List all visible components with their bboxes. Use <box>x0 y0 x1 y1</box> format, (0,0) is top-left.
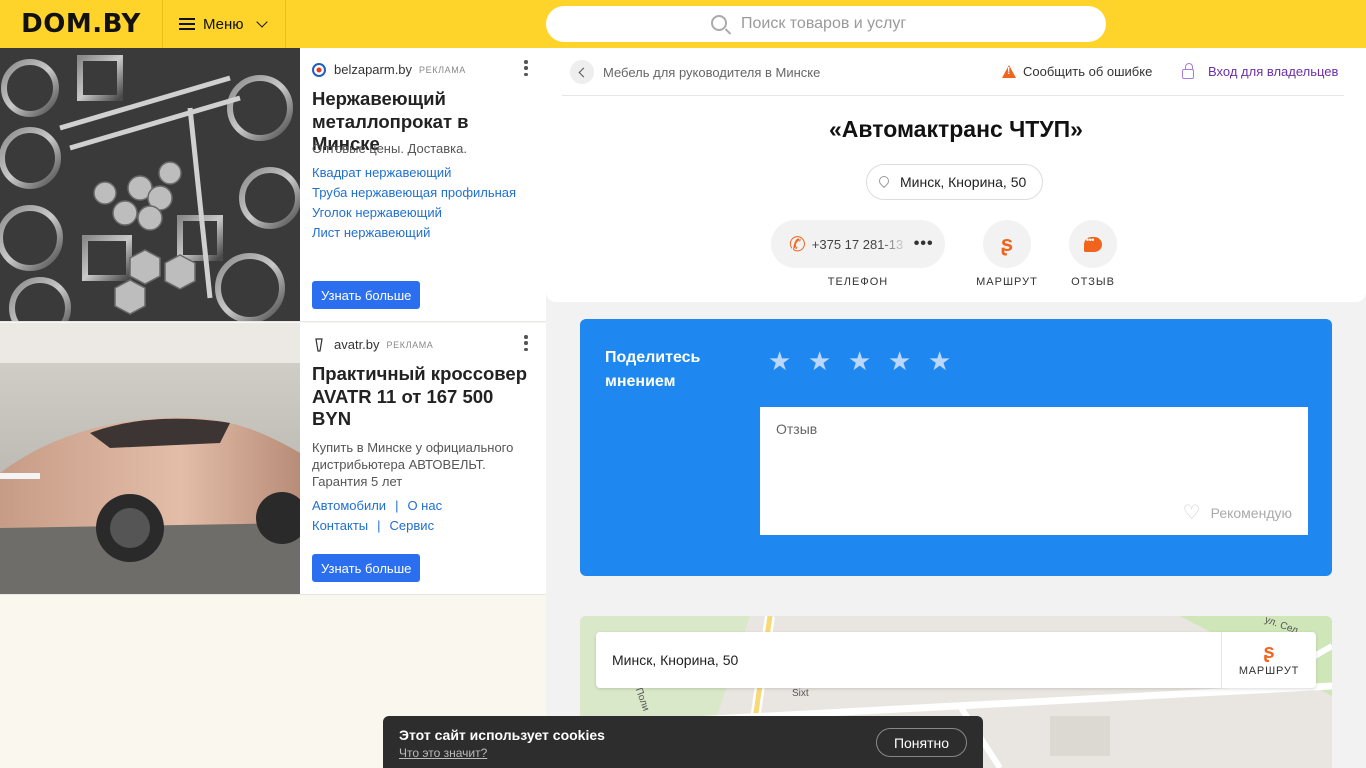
breadcrumb: Мебель для руководителя в Минске <box>570 60 820 84</box>
route-action-label: МАРШРУТ <box>976 276 1038 288</box>
star-icon[interactable]: ★ <box>888 348 912 374</box>
cookie-accept-button[interactable]: Понятно <box>876 728 967 757</box>
warning-icon <box>1002 65 1016 78</box>
map-label: Sixt <box>792 688 809 699</box>
ad-image-car[interactable] <box>0 323 300 594</box>
star-icon[interactable]: ★ <box>768 348 792 374</box>
ad-link[interactable]: Лист нержавеющий <box>312 225 430 240</box>
menu-label: Меню <box>203 15 244 33</box>
ad-link[interactable]: Уголок нержавеющий <box>312 205 442 220</box>
ad-card[interactable]: avatr.by реклама Практичный кроссовер AV… <box>0 323 546 595</box>
ad-description: Купить в Минске у официального дистрибью… <box>312 440 514 489</box>
ad-link[interactable]: Контакты <box>312 518 368 533</box>
ad-image-metal[interactable] <box>0 48 300 321</box>
rating-stars: ★ ★ ★ ★ ★ <box>768 348 968 374</box>
ad-title[interactable]: Практичный кроссовер AVATR 11 от 167 500… <box>312 363 534 431</box>
search-icon <box>711 14 727 31</box>
ad-description: Оптовые цены. Доставка. <box>312 141 467 156</box>
ad-link[interactable]: Автомобили <box>312 498 386 513</box>
metal-pipes-image <box>0 48 300 321</box>
ad-source[interactable]: avatr.by реклама <box>312 337 433 352</box>
route-icon: ʂ <box>1000 231 1014 256</box>
star-icon[interactable]: ★ <box>848 348 872 374</box>
breadcrumb-link[interactable]: Мебель для руководителя в Минске <box>603 65 820 80</box>
star-icon[interactable]: ★ <box>808 348 832 374</box>
belzaparm-favicon-icon <box>312 62 326 77</box>
ad-body: belzaparm.by реклама Нержавеющий металло… <box>312 48 534 321</box>
menu-button[interactable]: Меню <box>162 0 286 48</box>
chevron-left-icon <box>578 67 589 77</box>
cookie-title: Этот сайт использует cookies <box>399 727 605 743</box>
back-button[interactable] <box>570 60 594 84</box>
star-icon[interactable]: ★ <box>928 348 952 374</box>
site-header: DOM.BY Меню <box>0 0 1366 48</box>
kebab-menu-icon[interactable] <box>524 60 528 76</box>
search-input[interactable] <box>741 15 941 33</box>
avatr-favicon-icon <box>315 337 323 352</box>
location-pin-icon <box>876 173 892 188</box>
map-address: Минск, Кнорина, 50 <box>612 652 739 668</box>
chevron-down-icon <box>255 15 268 28</box>
ad-source-domain: avatr.by <box>334 337 380 352</box>
owner-login-label: Вход для владельцев <box>1208 64 1339 79</box>
review-textarea-wrapper: ♡ Рекомендую <box>760 407 1308 535</box>
address-text: Минск, Кнорина, 50 <box>900 174 1027 190</box>
ad-body: avatr.by реклама Практичный кроссовер AV… <box>312 323 534 594</box>
address-button[interactable]: Минск, Кнорина, 50 <box>866 164 1044 200</box>
page-title: «Автомактранс ЧТУП» <box>829 116 1083 142</box>
review-form: Поделитесь мнением ★ ★ ★ ★ ★ ♡ Рекоменду… <box>580 319 1332 576</box>
owner-login-link[interactable]: Вход для владельцев <box>1182 62 1339 79</box>
route-icon: ʂ <box>1263 641 1275 663</box>
heart-icon: ♡ <box>1182 502 1201 524</box>
learn-more-button[interactable]: Узнать больше <box>312 554 421 582</box>
cookie-banner: Этот сайт использует cookies Что это зна… <box>383 716 983 768</box>
phone-icon: ✆ <box>789 233 806 256</box>
map-address-bar: Минск, Кнорина, 50 ʂ МАРШРУТ <box>596 632 1316 688</box>
site-logo[interactable]: DOM.BY <box>0 0 162 48</box>
lock-icon <box>1182 62 1194 79</box>
ad-tag: реклама <box>419 64 466 75</box>
cookie-info-link[interactable]: Что это значит? <box>399 746 487 760</box>
recommend-label: Рекомендую <box>1210 504 1292 521</box>
more-dots-icon[interactable]: ••• <box>914 235 934 253</box>
ad-links: Квадрат нержавеющий Труба нержавеющая пр… <box>312 163 534 243</box>
report-error-label: Сообщить об ошибке <box>1023 64 1153 79</box>
ads-column: belzaparm.by реклама Нержавеющий металло… <box>0 48 546 768</box>
ad-card[interactable]: belzaparm.by реклама Нержавеющий металло… <box>0 48 546 322</box>
ad-link[interactable]: Сервис <box>390 518 435 533</box>
phone-number: +375 17 281-13 <box>811 236 904 252</box>
learn-more-button[interactable]: Узнать больше <box>312 281 421 309</box>
phone-action-label: ТЕЛЕФОН <box>827 276 889 288</box>
review-action-label: ОТЗЫВ <box>1071 276 1115 288</box>
phone-button[interactable]: ✆ +375 17 281-13 ••• <box>771 220 945 268</box>
ad-link[interactable]: О нас <box>407 498 442 513</box>
ad-links: Автомобили | О нас Контакты | Сервис <box>312 498 443 533</box>
ad-link[interactable]: Труба нержавеющая профильная <box>312 185 516 200</box>
hamburger-icon <box>179 18 195 30</box>
map-route-button[interactable]: ʂ МАРШРУТ <box>1221 632 1316 688</box>
kebab-menu-icon[interactable] <box>524 335 528 351</box>
map-route-label: МАРШРУТ <box>1238 665 1300 677</box>
chat-bubble-icon <box>1084 235 1102 252</box>
search-bar <box>546 6 1106 42</box>
ad-link[interactable]: Квадрат нержавеющий <box>312 165 451 180</box>
ad-source-domain: belzaparm.by <box>334 62 413 77</box>
recommend-toggle[interactable]: ♡ Рекомендую <box>1183 500 1292 525</box>
company-card: Мебель для руководителя в Минске Сообщит… <box>546 48 1366 302</box>
report-error-link[interactable]: Сообщить об ошибке <box>1002 64 1152 79</box>
car-image <box>0 323 300 594</box>
review-button[interactable] <box>1069 220 1117 268</box>
route-button[interactable]: ʂ <box>983 220 1031 268</box>
divider <box>562 95 1344 96</box>
ad-source[interactable]: belzaparm.by реклама <box>312 62 466 77</box>
review-title: Поделитесь мнением <box>605 349 701 390</box>
ad-tag: реклама <box>386 339 434 350</box>
